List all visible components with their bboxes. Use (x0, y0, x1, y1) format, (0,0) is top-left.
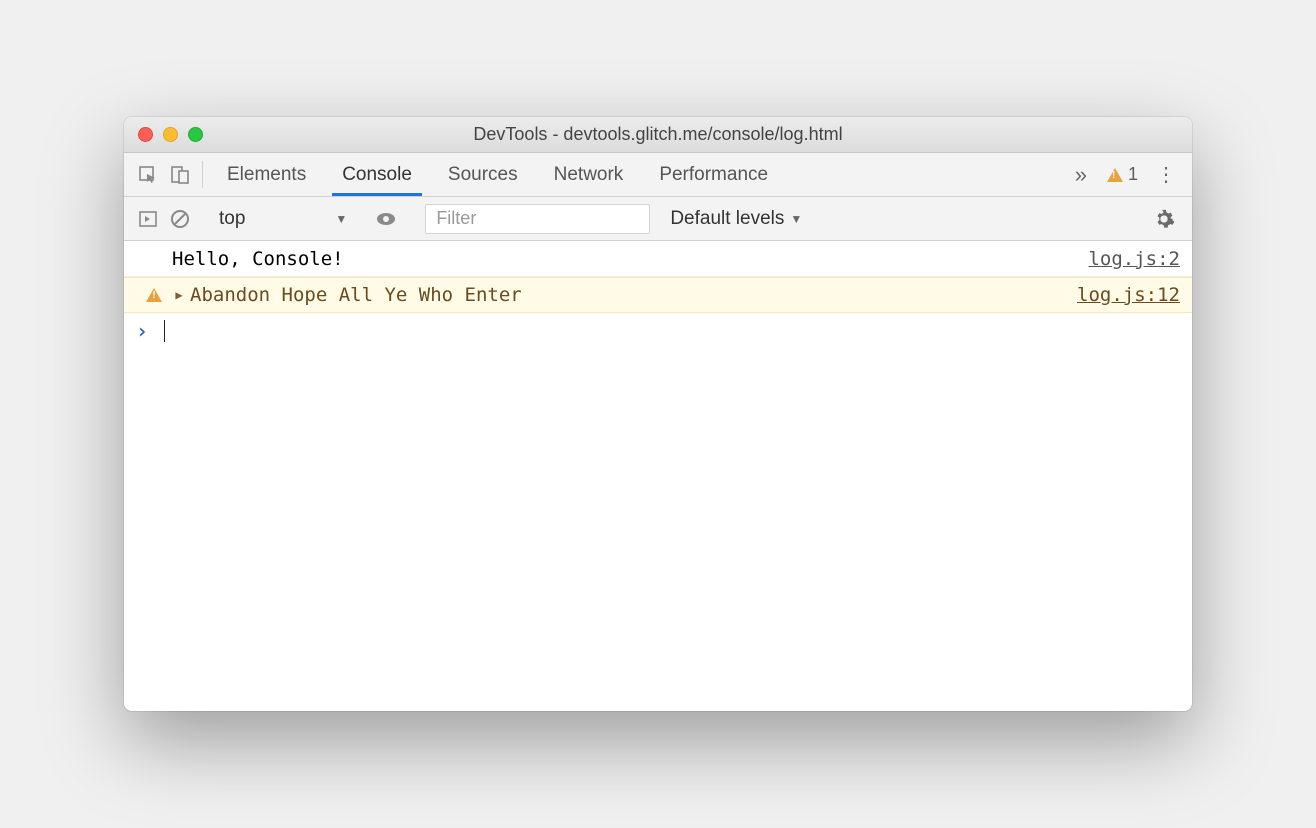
filter-input[interactable] (425, 204, 650, 234)
console-settings-button[interactable] (1144, 208, 1184, 230)
tab-elements[interactable]: Elements (209, 153, 324, 196)
warning-icon (1107, 168, 1123, 182)
log-row[interactable]: Hello, Console! log.js:2 (124, 241, 1192, 277)
context-select[interactable]: top ▼ (209, 208, 357, 230)
settings-menu-button[interactable]: ⋮ (1148, 153, 1184, 196)
log-row-warning[interactable]: ▶ Abandon Hope All Ye Who Enter log.js:1… (124, 277, 1192, 313)
console-toolbar: top ▼ Default levels ▼ (124, 197, 1192, 241)
log-message: Hello, Console! (172, 248, 1088, 270)
warning-icon (146, 288, 162, 302)
chevron-down-icon: ▼ (335, 212, 347, 226)
log-levels-select[interactable]: Default levels ▼ (660, 208, 812, 230)
device-toolbar-icon[interactable] (164, 153, 196, 196)
log-gutter (136, 288, 172, 302)
disclosure-triangle-icon[interactable]: ▶ (172, 288, 186, 302)
log-source-link[interactable]: log.js:2 (1088, 248, 1180, 270)
levels-label: Default levels (670, 208, 784, 230)
close-window-button[interactable] (138, 127, 153, 142)
separator (202, 161, 203, 188)
traffic-lights (138, 127, 203, 142)
window-titlebar[interactable]: DevTools - devtools.glitch.me/console/lo… (124, 117, 1192, 153)
warnings-count: 1 (1128, 164, 1138, 185)
tab-console[interactable]: Console (324, 153, 430, 196)
log-message: Abandon Hope All Ye Who Enter (190, 284, 1077, 306)
context-label: top (219, 208, 245, 230)
kebab-icon: ⋮ (1156, 162, 1176, 187)
inspect-element-icon[interactable] (132, 153, 164, 196)
chevron-down-icon: ▼ (790, 212, 802, 226)
live-expression-button[interactable] (370, 203, 402, 235)
console-prompt[interactable]: › (124, 313, 1192, 349)
chevron-double-right-icon: » (1075, 162, 1087, 188)
devtools-window: DevTools - devtools.glitch.me/console/lo… (124, 117, 1192, 711)
console-output: Hello, Console! log.js:2 ▶ Abandon Hope … (124, 241, 1192, 711)
window-title: DevTools - devtools.glitch.me/console/lo… (136, 124, 1180, 145)
tab-sources[interactable]: Sources (430, 153, 536, 196)
prompt-chevron-icon: › (136, 319, 158, 343)
clear-console-button[interactable] (164, 203, 196, 235)
tab-network[interactable]: Network (536, 153, 642, 196)
text-cursor (164, 320, 165, 342)
log-source-link[interactable]: log.js:12 (1077, 284, 1180, 306)
tabbar: Elements Console Sources Network Perform… (124, 153, 1192, 197)
zoom-window-button[interactable] (188, 127, 203, 142)
more-tabs-button[interactable]: » (1065, 153, 1097, 196)
warnings-badge[interactable]: 1 (1097, 153, 1148, 196)
tab-performance[interactable]: Performance (641, 153, 786, 196)
minimize-window-button[interactable] (163, 127, 178, 142)
toggle-sidebar-button[interactable] (132, 203, 164, 235)
